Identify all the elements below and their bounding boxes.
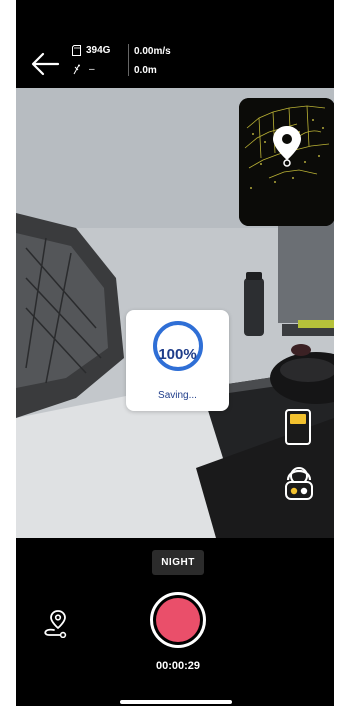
satellite-icon [73,64,80,75]
bottom-controls: NIGHT 00:00:29 [16,538,334,706]
camera-feed[interactable]: 100% Saving... [16,88,334,538]
phone-screen: 394G – 0.00m/s 0.0m 100% Saving... NIGHT… [16,0,334,706]
gps-value: – [89,64,95,75]
home-indicator[interactable] [120,700,232,704]
progress-percent: 100% [158,346,197,363]
distance-value: 0.0m [134,65,157,76]
mini-map[interactable] [239,98,334,226]
sd-card-icon [72,45,81,56]
saving-dialog: 100% Saving... [126,310,229,411]
point-cloud-map [239,98,334,226]
record-button[interactable] [150,592,206,648]
night-mode-button[interactable]: NIGHT [152,550,204,575]
battery-icon[interactable] [284,408,312,446]
storage-stat: 394G [72,45,110,56]
status-header: 394G – 0.00m/s 0.0m [16,0,334,88]
header-divider [128,44,129,76]
gps-stat: – [72,64,95,75]
robot-icon[interactable] [282,460,316,502]
recording-timer: 00:00:29 [155,660,201,672]
storage-value: 394G [86,45,111,56]
route-icon[interactable] [40,608,70,638]
speed-value: 0.00m/s [134,46,171,57]
saving-status: Saving... [158,390,197,401]
arrow-left-icon[interactable] [30,50,60,78]
record-indicator [156,598,200,642]
